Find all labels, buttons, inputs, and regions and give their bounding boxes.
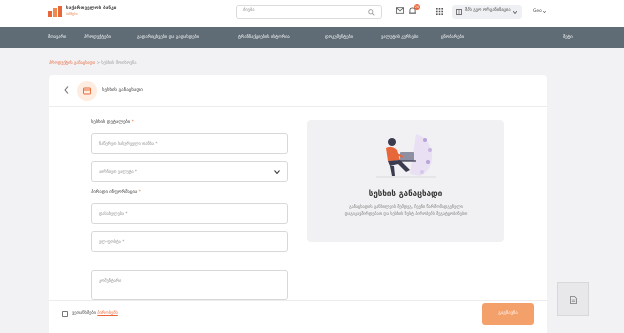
currency-placeholder: აირჩიეთ ვალუტა *: [99, 169, 138, 174]
name-input[interactable]: დასახელება *: [91, 203, 288, 224]
notification-badge: 20: [414, 4, 420, 10]
logo-icon: [48, 6, 62, 17]
card-header: სესხის განაცხადი: [49, 75, 547, 107]
agree-prefix: ვეთანხმები: [72, 311, 96, 316]
terms-link[interactable]: პირობებს: [97, 311, 118, 316]
submit-button[interactable]: გაგზავნა: [482, 303, 534, 325]
info-description: განაცხადის განხილვის შემდეგ, ჩვენი წარმო…: [344, 204, 468, 216]
chevron-down-icon: [274, 170, 280, 174]
nav-item-more[interactable]: მეტი: [563, 35, 573, 40]
nav-item-history[interactable]: ტრანზაქციების ისტორია: [238, 35, 290, 40]
logo-title: საქართველოს ბანკი: [66, 6, 117, 12]
language-chevron-icon: [543, 11, 546, 13]
building-icon: [456, 9, 462, 15]
nav-item-products[interactable]: პროდუქტები: [84, 35, 111, 40]
loan-icon-circle: [77, 81, 97, 101]
breadcrumb-current: სესხის მოთხოვნა: [101, 60, 137, 65]
section-contact-text: პირადი ინფორმაცია: [91, 190, 138, 195]
breadcrumb-link[interactable]: პროდუქტის განაცხადი: [49, 60, 95, 65]
form-footer: ვეთანხმები პირობებს გაგზავნა: [49, 300, 547, 333]
info-title: სესხის განაცხადი: [368, 189, 443, 198]
back-arrow-icon[interactable]: [64, 86, 69, 94]
comment-placeholder: კომენტარი: [99, 278, 122, 283]
loan-amount-input[interactable]: ჩაწერეთ სასურველი თანხა *: [91, 133, 288, 154]
logo-subtitle: ბიზნესი: [66, 11, 78, 16]
apps-grid-icon[interactable]: [436, 8, 443, 15]
card-title: სესხის განაცხადი: [102, 88, 143, 93]
nav-item-currency[interactable]: ვალუტის კურსები: [381, 35, 418, 40]
file-icon: [570, 296, 577, 304]
section-loan-label: სესხის დეტალები *: [91, 120, 134, 125]
nav-item-references[interactable]: ცნობარები: [441, 35, 464, 40]
search-icon[interactable]: [368, 9, 375, 16]
top-header: საქართველოს ბანკი ბიზნესი ძიება 20 შპს გ…: [0, 0, 624, 27]
currency-select[interactable]: აირჩიეთ ვალუტა *: [91, 161, 288, 182]
comment-textarea[interactable]: კომენტარი: [91, 270, 288, 300]
organization-selector[interactable]: შპს გეო ორგანიზაცია: [452, 5, 522, 19]
person-laptop-illustration: [376, 134, 436, 178]
floating-document-button[interactable]: [557, 282, 589, 316]
language-switch[interactable]: Geo: [533, 9, 542, 14]
main-nav: მთავარი პროდუქტები გადარიცხვები და გადახ…: [0, 27, 624, 48]
email-placeholder: ელ-ფოსტა *: [99, 239, 125, 244]
search-placeholder: ძიება: [243, 8, 255, 13]
loan-amount-placeholder: ჩაწერეთ სასურველი თანხა *: [99, 141, 158, 146]
loan-application-card: სესხის განაცხადი სესხის დეტალები * ჩაწერ…: [49, 75, 547, 307]
agree-checkbox[interactable]: [62, 311, 68, 317]
section-contact-label: პირადი ინფორმაცია *: [91, 190, 141, 195]
mail-icon[interactable]: [396, 7, 404, 14]
organization-name: შპს გეო ორგანიზაცია: [465, 8, 511, 13]
nav-item-transfers[interactable]: გადარიცხვები და გადახდები: [137, 35, 199, 40]
agree-label: ვეთანხმები პირობებს: [72, 311, 118, 316]
nav-item-home[interactable]: მთავარი: [48, 35, 66, 40]
email-input[interactable]: ელ-ფოსტა *: [91, 231, 288, 252]
chevron-down-icon: [513, 11, 517, 14]
breadcrumb-separator: >: [96, 60, 100, 65]
section-loan-text: სესხის დეტალები: [91, 120, 131, 125]
name-placeholder: დასახელება *: [99, 211, 128, 216]
document-icon: [83, 87, 91, 95]
breadcrumb: პროდუქტის განაცხადი > სესხის მოთხოვნა: [49, 60, 136, 65]
nav-item-documents[interactable]: დოკუმენტები: [325, 35, 353, 40]
bank-logo[interactable]: საქართველოს ბანკი ბიზნესი: [48, 6, 116, 17]
info-panel: სესხის განაცხადი განაცხადის განხილვის შე…: [307, 120, 504, 242]
search-input[interactable]: ძიება: [236, 5, 382, 19]
